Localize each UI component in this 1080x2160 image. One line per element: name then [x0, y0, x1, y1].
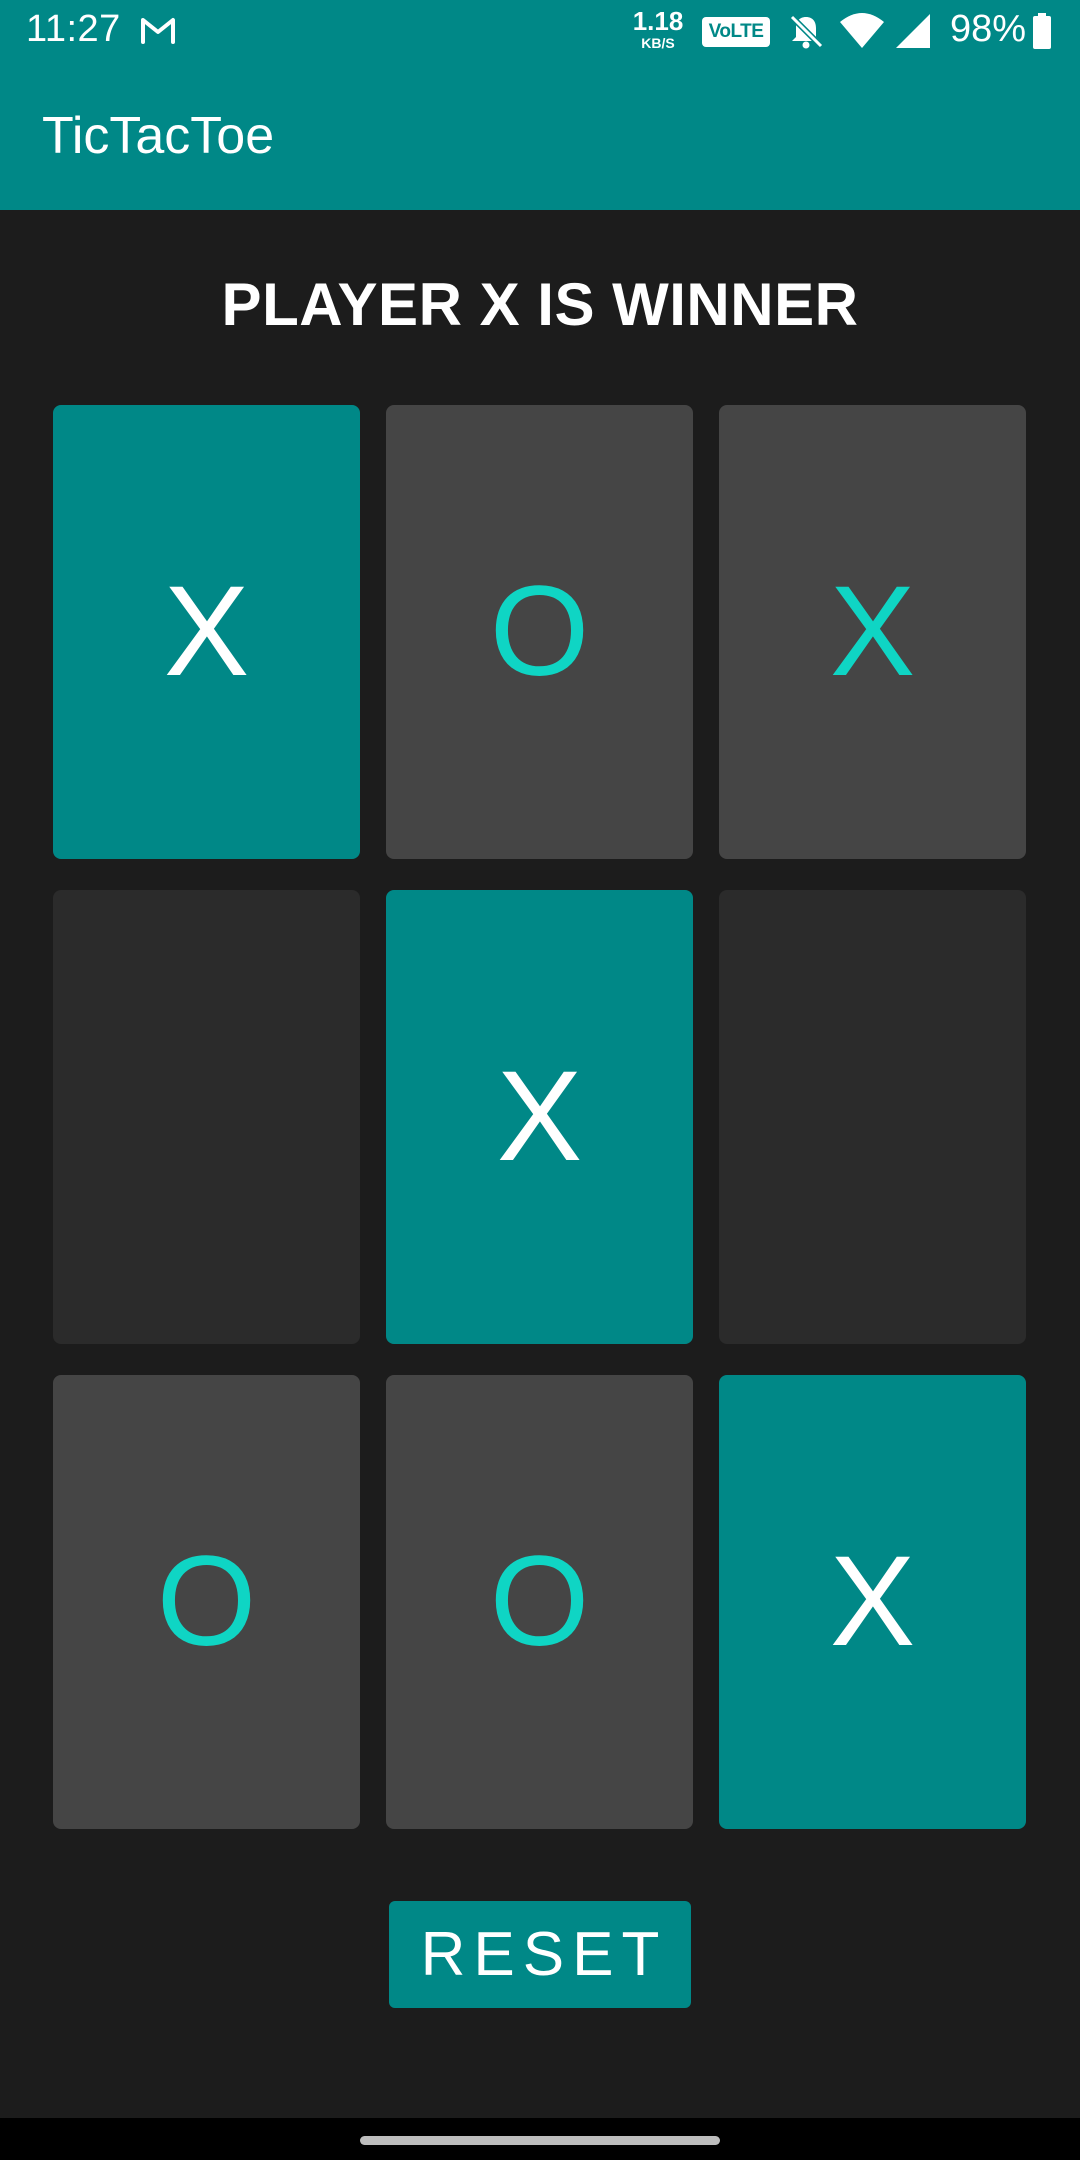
board-cell-9[interactable]: X: [719, 1375, 1026, 1829]
game-status: PLAYER X IS WINNER: [221, 271, 859, 338]
board-cell-4[interactable]: [53, 890, 360, 1344]
app-title: TicTacToe: [42, 107, 275, 165]
status-bar: 11:27 1.18 KB/S VoLTE 98%: [0, 0, 1080, 62]
battery-icon: [1033, 13, 1051, 49]
battery-percentage: 98%: [950, 8, 1027, 50]
home-indicator[interactable]: [360, 2136, 720, 2145]
wifi-icon: [840, 13, 884, 48]
reset-button[interactable]: RESET: [389, 1901, 691, 2008]
volte-badge: VoLTE: [702, 17, 770, 47]
status-time: 11:27: [26, 8, 121, 50]
board-cell-6[interactable]: [719, 890, 1026, 1344]
board-cell-5[interactable]: X: [386, 890, 693, 1344]
gmail-icon: [141, 18, 175, 44]
board-cell-3[interactable]: X: [719, 405, 1026, 859]
board-cell-7[interactable]: O: [53, 1375, 360, 1829]
network-speed-unit: KB/S: [641, 35, 675, 51]
navigation-bar: [0, 2118, 1080, 2160]
network-speed: 1.18 KB/S: [630, 8, 686, 50]
bell-off-icon: [789, 14, 824, 49]
signal-icon: [896, 14, 930, 48]
board-cell-2[interactable]: O: [386, 405, 693, 859]
board-cell-1[interactable]: X: [53, 405, 360, 859]
board-cell-8[interactable]: O: [386, 1375, 693, 1829]
app-bar: TicTacToe: [0, 62, 1080, 210]
network-speed-value: 1.18: [632, 6, 684, 36]
